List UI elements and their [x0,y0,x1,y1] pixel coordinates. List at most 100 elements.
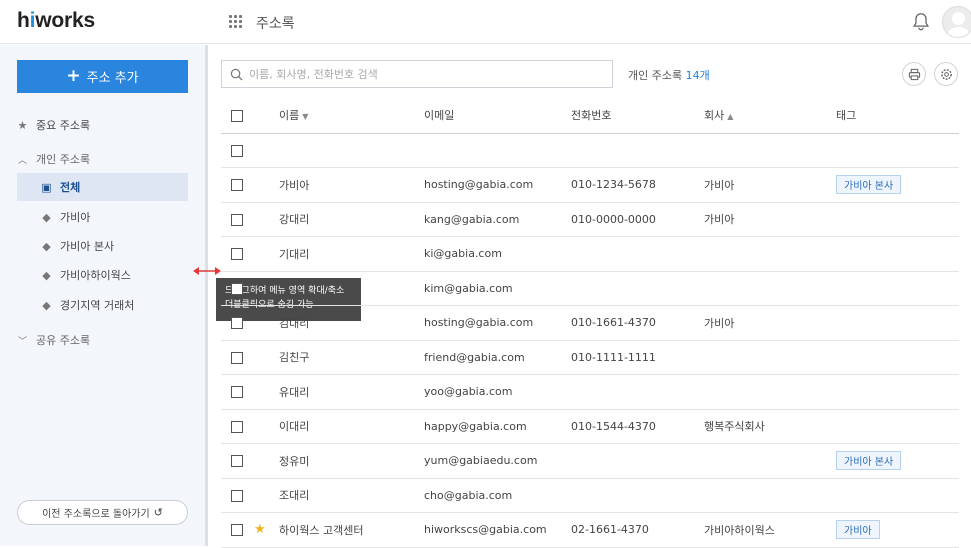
table-row[interactable]: 가비아 hosting@gabia.com 010-1234-5678 가비아 가비아 … [221,167,959,203]
table-row[interactable]: 김친구 friend@gabia.com 010-1111-1111 [221,340,959,375]
search-input[interactable] [249,67,589,81]
table-row[interactable] [221,133,959,168]
contact-name[interactable]: 가비아 [279,167,424,203]
back-to-old-addressbook-button[interactable]: 이전 주소록으로 돌아가기 ↺ [17,500,188,525]
contact-phone [571,271,704,306]
contact-company: 가비아 [704,305,836,341]
contact-email[interactable]: yoo@gabia.com [424,374,571,410]
tag-badge[interactable]: 가비아 [836,520,880,540]
sidebar-resize-handle[interactable] [205,45,208,546]
sidebar-item-gyeonggi-clients[interactable]: ◆ 경기지역 거래처 [17,291,188,319]
contact-email[interactable] [424,133,571,168]
header-phone[interactable]: 전화번호 [571,98,704,134]
select-all-checkbox[interactable] [231,109,243,122]
print-button[interactable] [902,62,926,86]
avatar[interactable] [942,6,971,38]
header-email[interactable]: 이메일 [424,98,571,134]
contact-name[interactable] [279,133,424,168]
contact-phone: 010-1111-1111 [571,340,704,375]
bell-icon[interactable] [910,11,932,33]
row-checkbox[interactable] [231,386,243,399]
star-icon[interactable]: ★ [254,522,266,537]
row-checkbox[interactable] [231,144,243,157]
contact-email[interactable]: kang@gabia.com [424,202,571,237]
table-row[interactable]: ★ 하이웍스 고객센터 hiworkscs@gabia.com 02-1661-437… [221,512,959,548]
table-row[interactable]: 정유미 yum@gabiaedu.com 가비아 본사 [221,443,959,479]
tag-badge[interactable]: 가비아 본사 [836,175,902,195]
header-name[interactable]: 이름 ▼ [279,98,424,134]
app-title: 주소록 [256,16,295,32]
row-checkbox[interactable] [231,213,243,226]
table-row[interactable]: 조대리 cho@gabia.com [221,478,959,513]
sidebar-item-all[interactable]: ▣ 전체 [17,173,188,201]
row-checkbox[interactable] [231,317,243,330]
contact-company [704,478,836,513]
table-row[interactable]: 유대리 yoo@gabia.com [221,374,959,410]
contact-email[interactable]: friend@gabia.com [424,340,571,375]
contact-name[interactable]: 기대리 [279,236,424,272]
contact-tag [836,374,959,410]
contact-tag [836,409,959,444]
contact-name[interactable]: 김친구 [279,340,424,375]
contact-tag [836,236,959,272]
contact-name[interactable]: 강대리 [279,202,424,237]
row-checkbox[interactable] [231,179,243,192]
contact-company: 행복주식회사 [704,409,836,444]
contact-name[interactable]: 김대리 [279,305,424,341]
sidebar-item-gabia[interactable]: ◆ 가비아 [17,203,188,231]
table-row[interactable]: 기대리 ki@gabia.com [221,236,959,272]
table-row[interactable]: kim@gabia.com [221,271,959,306]
contact-tag [836,271,959,306]
contact-email[interactable]: cho@gabia.com [424,478,571,513]
contact-name[interactable]: 조대리 [279,478,424,513]
contact-name[interactable]: 이대리 [279,409,424,444]
contact-email[interactable]: kim@gabia.com [424,271,571,306]
header-company[interactable]: 회사 ▲ [704,98,836,134]
contact-email[interactable]: hosting@gabia.com [424,167,571,203]
app-grid-icon[interactable] [229,15,242,28]
table-header-row: 이름 ▼ 이메일 전화번호 회사 ▲ 태그 [221,98,959,134]
row-checkbox[interactable] [231,455,243,468]
contact-name[interactable]: 정유미 [279,443,424,479]
sidebar-item-favorites[interactable]: ★ 중요 주소록 [17,111,188,139]
contact-email[interactable]: happy@gabia.com [424,409,571,444]
contact-phone [571,374,704,410]
row-checkbox[interactable] [231,351,243,364]
contact-phone: 010-1544-4370 [571,409,704,444]
contact-tag [836,305,959,341]
sidebar-item-shared[interactable]: ﹀ 공유 주소록 [17,326,188,354]
sidebar-item-gabia-hq[interactable]: ◆ 가비아 본사 [17,232,188,260]
header-tag: 태그 [836,98,959,134]
hiworks-logo[interactable]: hiworks [17,9,95,33]
tag-icon: ◆ [42,210,51,224]
search-icon[interactable] [230,68,243,81]
row-checkbox[interactable] [231,524,243,537]
tag-badge[interactable]: 가비아 본사 [836,451,902,471]
undo-icon: ↺ [153,506,163,519]
contact-phone [571,478,704,513]
contact-company [704,236,836,272]
contact-phone [571,133,704,168]
contact-name[interactable]: 유대리 [279,374,424,410]
contact-email[interactable]: hiworkscs@gabia.com [424,512,571,548]
row-checkbox[interactable] [231,420,243,433]
contact-name[interactable]: 하이웍스 고객센터 [279,512,424,548]
add-contact-button[interactable]: + 주소 추가 [17,60,188,93]
table-row[interactable]: 이대리 happy@gabia.com 010-1544-4370 행복주식회사 [221,409,959,444]
contact-company [704,340,836,375]
contact-email[interactable]: ki@gabia.com [424,236,571,272]
sort-desc-icon: ▼ [302,112,309,122]
row-checkbox[interactable] [231,282,243,295]
sidebar-item-gabia-hiworks[interactable]: ◆ 가비아하이웍스 [17,261,188,289]
contact-email[interactable]: hosting@gabia.com [424,305,571,341]
row-checkbox[interactable] [231,489,243,502]
chevron-down-icon: ﹀ [17,336,27,347]
sidebar-item-personal[interactable]: ︿ 개인 주소록 [17,145,188,173]
table-row[interactable]: 강대리 kang@gabia.com 010-0000-0000 가비아 [221,202,959,237]
settings-button[interactable] [934,62,958,86]
contact-tag: 가비아 본사 [836,167,959,203]
contact-email[interactable]: yum@gabiaedu.com [424,443,571,479]
row-checkbox[interactable] [231,248,243,261]
table-row[interactable]: 김대리 hosting@gabia.com 010-1661-4370 가비아 [221,305,959,341]
contact-name[interactable] [279,271,424,306]
